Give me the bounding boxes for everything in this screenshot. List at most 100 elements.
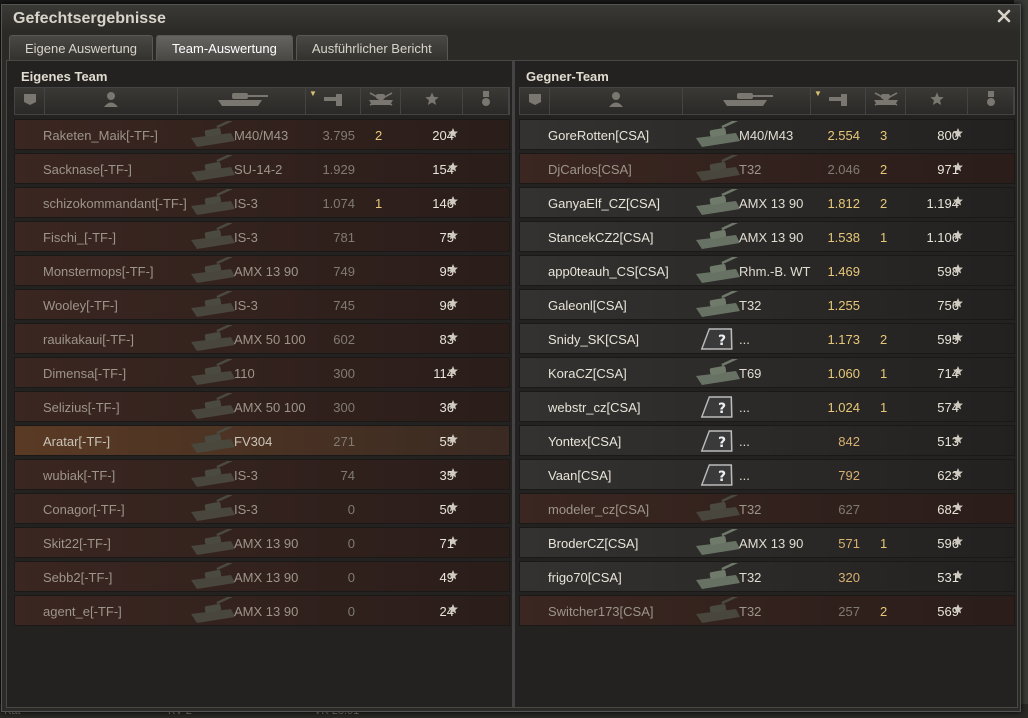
- sort-indicator-icon: ▼: [814, 89, 822, 98]
- sort-indicator-icon: ▼: [309, 89, 317, 98]
- player-row[interactable]: Dimensa[-TF-] 110 300 114: [14, 355, 510, 388]
- player-row[interactable]: GanyaElf_CZ[CSA] AMX 13 90 1.812 2 1.194: [519, 185, 1015, 218]
- kills-value: 2: [880, 162, 888, 177]
- enemy-team-title: Gegner-Team: [526, 69, 609, 84]
- xp-star-icon: [952, 297, 964, 310]
- xp-column-header[interactable]: [401, 88, 463, 114]
- player-row[interactable]: Fischi_[-TF-] IS-3 781 75: [14, 219, 510, 252]
- damage-value: 1.060: [827, 366, 860, 381]
- player-row[interactable]: DjCarlos[CSA] T32 2.046 2 971: [519, 151, 1015, 184]
- player-row[interactable]: wubiak[-TF-] IS-3 74 35: [14, 457, 510, 490]
- enemy-team-panel: Gegner-Team ▼ GoreRotten[CSA] M40/M43 2.55…: [517, 61, 1017, 707]
- player-row[interactable]: Sebb2[-TF-] AMX 13 90 0 49: [14, 559, 510, 592]
- kills-value: 2: [880, 604, 888, 619]
- tank-icon: [692, 185, 744, 217]
- player-row[interactable]: webstr_cz[CSA]?... 1.024 1 574: [519, 391, 1015, 422]
- kills-column-header[interactable]: [361, 88, 401, 114]
- vehicle-name: AMX 13 90: [234, 536, 299, 551]
- xp-star-icon: [952, 263, 964, 276]
- player-row[interactable]: BroderCZ[CSA] AMX 13 90 571 1 596: [519, 525, 1015, 558]
- vehicle-name: T32: [739, 502, 762, 517]
- vehicle-name: T69: [739, 366, 762, 381]
- titlebar[interactable]: Gefechtsergebnisse: [2, 5, 1020, 31]
- results-content: Eigenes Team ▼ Raketen_Maik[-TF-] M40/M43…: [6, 60, 1018, 708]
- platoon-column-header[interactable]: [15, 88, 45, 114]
- platoon-icon: [527, 91, 543, 112]
- player-row[interactable]: Selizius[-TF-] AMX 50 100 300 36: [14, 389, 510, 422]
- player-name: app0teauh_CS[CSA]: [548, 264, 669, 279]
- player-row[interactable]: KoraCZ[CSA] T69 1.060 1 714: [519, 355, 1015, 388]
- xp-star-icon: [447, 535, 459, 548]
- player-row[interactable]: GoreRotten[CSA] M40/M43 2.554 3 800: [519, 117, 1015, 150]
- player-row[interactable]: Vaan[CSA]?... 792 623: [519, 459, 1015, 490]
- damage-icon: [827, 91, 849, 112]
- player-row[interactable]: Switcher173[CSA] T32 257 2 569: [519, 593, 1015, 626]
- tab-bar: Eigene Auswertung Team-Auswertung Ausfüh…: [9, 35, 448, 60]
- team-divider: [512, 61, 515, 707]
- tank-icon: [692, 253, 744, 285]
- xp-star-icon: [952, 569, 964, 582]
- player-row[interactable]: Wooley[-TF-] IS-3 745 96: [14, 287, 510, 320]
- damage-column-header[interactable]: ▼: [306, 88, 361, 114]
- tank-icon: [187, 253, 239, 285]
- vehicle-name: ...: [739, 434, 750, 449]
- player-name: Raketen_Maik[-TF-]: [43, 128, 158, 143]
- damage-value: 0: [347, 502, 355, 517]
- player-row[interactable]: Skit22[-TF-] AMX 13 90 0 71: [14, 525, 510, 558]
- vehicle-name: ...: [739, 400, 750, 415]
- damage-value: 571: [838, 536, 860, 551]
- kills-value: 2: [880, 196, 888, 211]
- close-icon[interactable]: [996, 8, 1012, 24]
- platoon-column-header[interactable]: [520, 88, 550, 114]
- player-row[interactable]: Raketen_Maik[-TF-] M40/M43 3.795 2 204: [14, 117, 510, 150]
- xp-star-icon: [952, 127, 964, 140]
- player-column-header[interactable]: [550, 88, 683, 114]
- damage-value: 1.024: [827, 400, 860, 415]
- player-row[interactable]: StancekCZ2[CSA] AMX 13 90 1.538 1 1.106: [519, 219, 1015, 252]
- player-row[interactable]: modeler_cz[CSA] T32 627 682: [519, 491, 1015, 524]
- tab-detailed-report[interactable]: Ausführlicher Bericht: [295, 35, 448, 60]
- player-row[interactable]: rauikakaui[-TF-] AMX 50 100 602 83: [14, 321, 510, 354]
- player-row[interactable]: Yontex[CSA]?... 842 513: [519, 425, 1015, 456]
- damage-value: 3.795: [322, 128, 355, 143]
- damage-value: 1.812: [827, 196, 860, 211]
- xp-column-header[interactable]: [906, 88, 968, 114]
- medal-column-header[interactable]: [968, 88, 1014, 114]
- damage-value: 1.173: [827, 332, 860, 347]
- tab-team-evaluation[interactable]: Team-Auswertung: [156, 35, 293, 60]
- xp-star-icon: [447, 195, 459, 208]
- xp-star-icon: [447, 263, 459, 276]
- player-name: Aratar[-TF-]: [43, 434, 111, 449]
- tank-icon: [187, 185, 239, 217]
- xp-star-icon: [952, 603, 964, 616]
- kills-value: 2: [375, 128, 383, 143]
- player-row[interactable]: Snidy_SK[CSA]?... 1.173 2 595: [519, 323, 1015, 354]
- unknown-vehicle-icon: ?: [692, 393, 744, 421]
- vehicle-name: 110: [234, 366, 255, 381]
- medal-icon: [985, 90, 997, 112]
- player-row[interactable]: Monstermops[-TF-] AMX 13 90 749 95: [14, 253, 510, 286]
- player-row[interactable]: Aratar[-TF-] FV304 271 55: [14, 423, 510, 456]
- tank-icon: [187, 593, 239, 625]
- tab-own-evaluation[interactable]: Eigene Auswertung: [9, 35, 154, 60]
- kills-column-header[interactable]: [866, 88, 906, 114]
- medal-column-header[interactable]: [463, 88, 509, 114]
- damage-column-header[interactable]: ▼: [811, 88, 866, 114]
- vehicle-column-header[interactable]: [178, 88, 306, 114]
- damage-value: 320: [838, 570, 860, 585]
- xp-star-icon: [447, 229, 459, 242]
- player-row[interactable]: agent_e[-TF-] AMX 13 90 0 24: [14, 593, 510, 626]
- player-column-header[interactable]: [45, 88, 178, 114]
- player-row[interactable]: app0teauh_CS[CSA] Rhm.-B. WT 1.469 598: [519, 253, 1015, 286]
- player-row[interactable]: frigo70[CSA] T32 320 531: [519, 559, 1015, 592]
- player-row[interactable]: Sacknase[-TF-] SU-14-2 1.929 154: [14, 151, 510, 184]
- player-row[interactable]: Galeonl[CSA] T32 1.255 756: [519, 287, 1015, 320]
- platoon-icon: [22, 91, 38, 112]
- vehicle-column-header[interactable]: [683, 88, 811, 114]
- player-name: agent_e[-TF-]: [43, 604, 122, 619]
- player-row[interactable]: schizokommandant[-TF-] IS-3 1.074 1 146: [14, 185, 510, 218]
- vehicle-name: AMX 13 90: [234, 570, 299, 585]
- vehicle-name: T32: [739, 298, 762, 313]
- player-name: rauikakaui[-TF-]: [43, 332, 135, 347]
- player-row[interactable]: Conagor[-TF-] IS-3 0 50: [14, 491, 510, 524]
